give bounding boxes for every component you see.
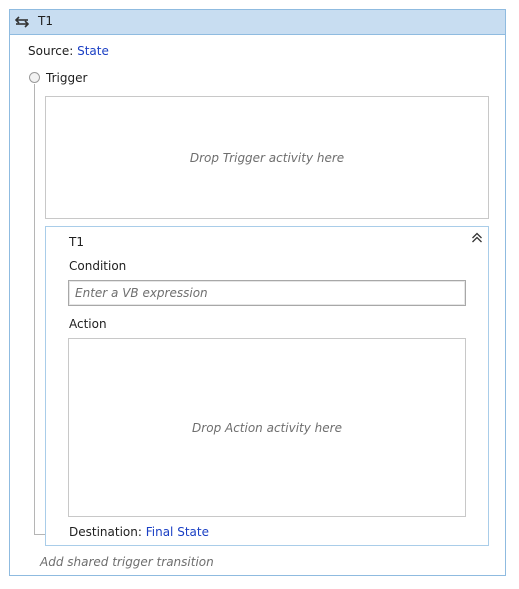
transition-designer: T1 Source: State Trigger Drop Trigger ac… [9,9,506,576]
transition-panel: T1 Condition Action Drop Action activity… [45,226,489,546]
designer-header[interactable]: T1 [10,10,505,35]
condition-input[interactable] [68,280,466,306]
trigger-drop-zone[interactable]: Drop Trigger activity here [45,96,489,219]
destination-line: Destination: Final State [69,525,209,539]
source-line: Source: State [28,44,109,58]
double-chevron-up-icon[interactable] [470,231,484,245]
trigger-label: Trigger [46,71,88,85]
connector-line [34,84,35,535]
action-label: Action [69,317,107,331]
transition-title: T1 [69,235,84,249]
destination-link[interactable]: Final State [146,525,209,539]
source-link[interactable]: State [77,44,109,58]
header-title: T1 [38,14,53,28]
add-shared-trigger-link[interactable]: Add shared trigger transition [40,555,214,569]
action-drop-zone[interactable]: Drop Action activity here [68,338,466,517]
condition-label: Condition [69,259,127,273]
source-label: Source: [28,44,74,58]
destination-label: Destination: [69,525,142,539]
swap-arrows-icon [14,15,30,29]
action-drop-hint: Drop Action activity here [192,420,342,435]
trigger-radio-icon [29,72,40,83]
trigger-drop-hint: Drop Trigger activity here [189,150,345,165]
